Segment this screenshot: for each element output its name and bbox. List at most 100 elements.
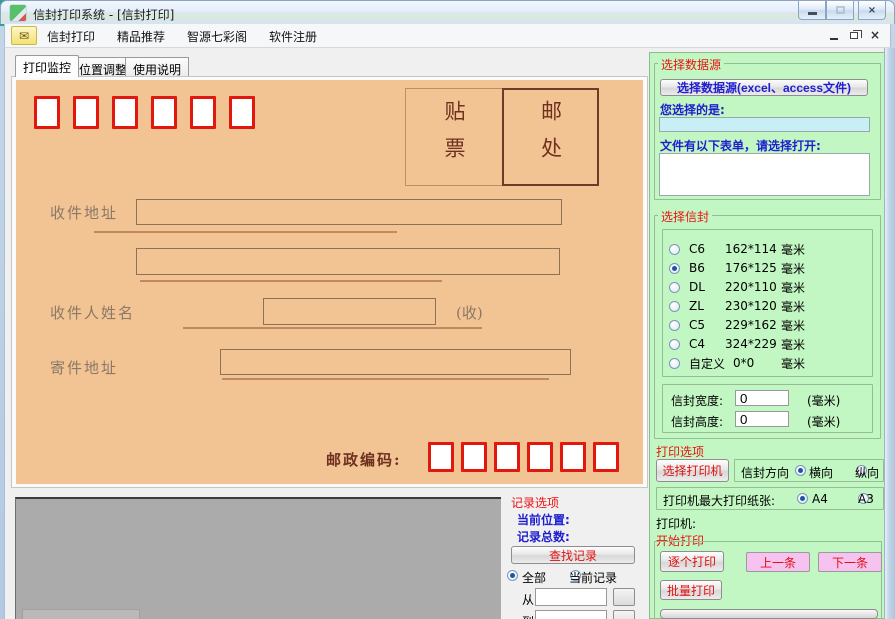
maximize-icon	[836, 6, 845, 14]
to-input[interactable]	[535, 610, 607, 619]
choose-datasource-button[interactable]: 选择数据源(excel、access文件)	[660, 79, 868, 96]
mdi-minimize-icon[interactable]	[830, 38, 838, 40]
minimize-button[interactable]	[798, 1, 826, 20]
next-record-button[interactable]: 下一条	[818, 552, 882, 572]
sheets-listbox[interactable]	[659, 153, 870, 196]
select-printer-button[interactable]: 选择打印机	[656, 459, 729, 482]
from-picker-button[interactable]	[613, 588, 635, 606]
a3-label: A3	[858, 492, 874, 506]
prev-record-button[interactable]: 上一条	[746, 552, 810, 572]
envelope-width-label: 信封宽度:	[671, 392, 723, 409]
minimize-icon	[808, 12, 817, 15]
window-title: 信封打印系统 - [信封打印]	[33, 6, 174, 23]
title-bar: 信封打印系统 - [信封打印] ×	[0, 0, 895, 24]
postal-box	[494, 442, 520, 472]
record-options-panel: 记录选项 当前位置: 记录总数: 查找记录 全部 当前记录 从 到	[501, 492, 649, 619]
all-records-radio[interactable]	[507, 570, 518, 581]
custom-size-box: 信封宽度: (毫米) 信封高度: (毫米)	[662, 384, 873, 433]
single-print-button[interactable]: 逐个打印	[660, 551, 724, 572]
tab-print-monitor[interactable]: 打印监控	[15, 55, 79, 77]
envelope-icon[interactable]: ✉	[11, 26, 37, 45]
datasource-title: 选择数据源	[658, 56, 724, 73]
current-record-label: 当前记录	[569, 569, 617, 586]
to-picker-button[interactable]	[613, 610, 635, 619]
underline	[94, 231, 397, 233]
underline	[140, 280, 442, 282]
maximize-button[interactable]	[826, 1, 854, 20]
radio-icon	[669, 301, 680, 312]
grid-row-stub	[22, 609, 140, 619]
all-records-label: 全部	[522, 569, 546, 586]
print-progress-bar	[660, 609, 878, 619]
landscape-radio[interactable]	[795, 465, 806, 476]
mdi-close-icon[interactable]: ×	[870, 28, 880, 42]
postal-box	[461, 442, 487, 472]
menu-bar: ✉ 信封打印 精品推荐 智源七彩阁 软件注册 ×	[4, 24, 891, 48]
sidebar: 选择数据源 选择数据源(excel、access文件) 您选择的是: 文件有以下…	[649, 52, 885, 619]
recipient-address-box2	[136, 248, 560, 275]
postal-box	[428, 442, 454, 472]
envelope-height-input[interactable]	[735, 411, 789, 427]
envelope-select-title: 选择信封	[658, 208, 712, 225]
envelope-size-option-b6[interactable]: B6 176*125 毫米	[669, 261, 805, 275]
recipient-suffix: (收)	[456, 302, 483, 323]
height-unit-label: (毫米)	[807, 413, 840, 430]
record-grid[interactable]	[15, 497, 505, 619]
sender-address-box	[220, 349, 571, 375]
direction-label: 信封方向	[741, 464, 789, 481]
radio-icon	[669, 358, 680, 369]
find-records-button[interactable]: 查找记录	[511, 546, 635, 564]
paper-size-label: 打印机最大打印纸张:	[663, 492, 775, 509]
envelope-size-option-c4[interactable]: C4 324*229 毫米	[669, 337, 805, 351]
postal-box	[527, 442, 553, 472]
envelope-size-option-zl[interactable]: ZL 230*120 毫米	[669, 299, 805, 313]
postal-code-label: 邮政编码:	[326, 449, 402, 470]
to-label: 到	[522, 613, 534, 619]
close-button[interactable]: ×	[858, 1, 886, 20]
landscape-label: 横向	[809, 464, 833, 481]
radio-icon	[669, 282, 680, 293]
envelope-width-input[interactable]	[735, 390, 789, 406]
underline	[222, 378, 549, 380]
recipient-name-box	[263, 298, 436, 325]
envelope-size-option-c6[interactable]: C6 162*114 毫米	[669, 242, 805, 256]
postal-box	[593, 442, 619, 472]
tab-instructions[interactable]: 使用说明	[125, 57, 189, 77]
mdi-restore-icon[interactable]	[850, 32, 858, 39]
envelope-size-option-c5[interactable]: C5 229*162 毫米	[669, 318, 805, 332]
envelope-size-option-dl[interactable]: DL 220*110 毫米	[669, 280, 805, 294]
from-label: 从	[522, 591, 534, 608]
envelope-size-option-custom[interactable]: 自定义 0*0 毫米	[669, 356, 805, 370]
from-input[interactable]	[535, 588, 607, 606]
record-total-label: 记录总数:	[517, 528, 570, 545]
sender-address-label: 寄件地址	[50, 357, 118, 378]
menu-item-recommend[interactable]: 精品推荐	[117, 28, 165, 45]
width-unit-label: (毫米)	[807, 392, 840, 409]
window-border-right	[884, 48, 895, 619]
recipient-address-label: 收件地址	[50, 202, 118, 223]
a4-label: A4	[812, 492, 828, 506]
postal-box	[34, 96, 60, 129]
a4-radio[interactable]	[797, 493, 808, 504]
direction-box: 信封方向 横向 纵向	[734, 459, 884, 482]
stamp-cell-left: 贴票	[405, 88, 502, 186]
stamp-area: 贴票 邮处	[405, 88, 599, 186]
radio-icon	[669, 320, 680, 331]
selected-datasource-input[interactable]	[659, 117, 870, 132]
menu-item-register[interactable]: 软件注册	[269, 28, 317, 45]
envelope-height-label: 信封高度:	[671, 413, 723, 430]
menu-item-zhiyuan[interactable]: 智源七彩阁	[187, 28, 247, 45]
paper-size-box: 打印机最大打印纸张: A4 A3	[656, 487, 884, 510]
postal-box	[560, 442, 586, 472]
postal-box	[73, 96, 99, 129]
menu-item-envelope-print[interactable]: 信封打印	[47, 28, 95, 45]
record-options-title: 记录选项	[511, 494, 559, 511]
postal-box	[229, 96, 255, 129]
postal-box	[151, 96, 177, 129]
envelope-size-listbox: C6 162*114 毫米 B6 176*125 毫米 DL 220*110 毫…	[662, 229, 873, 377]
batch-print-button[interactable]: 批量打印	[660, 580, 722, 600]
postal-box	[112, 96, 138, 129]
workspace: 打印监控 位置调整 使用说明 贴票 邮处	[4, 48, 891, 619]
postal-code-boxes-bottom	[428, 442, 619, 472]
recipient-name-label: 收件人姓名	[50, 302, 135, 323]
